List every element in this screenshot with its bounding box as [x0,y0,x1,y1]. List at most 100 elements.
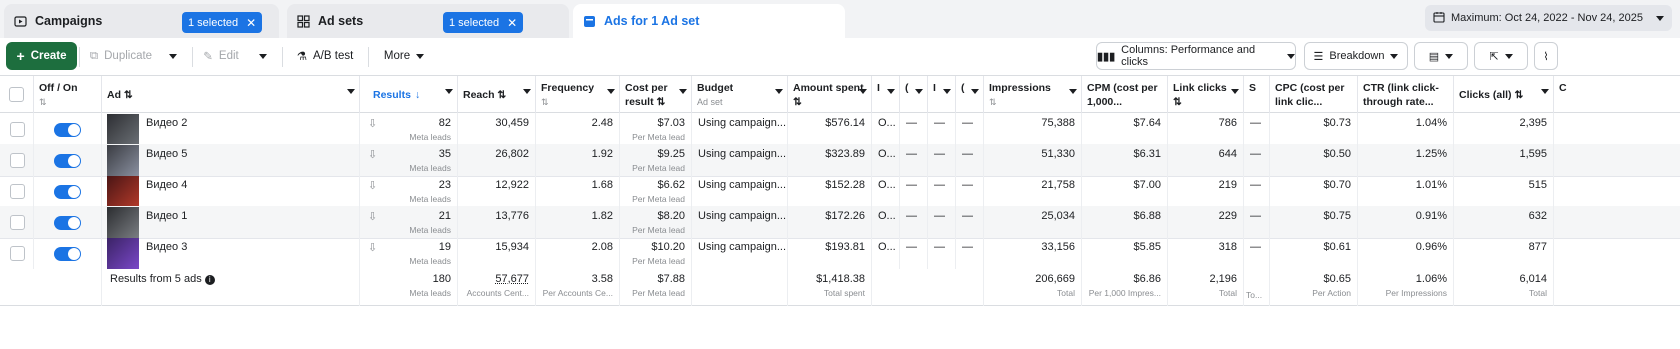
more-button[interactable]: More [376,42,432,70]
col-results[interactable]: Results ↓ [360,76,458,113]
chevron-down-icon[interactable] [445,89,453,94]
cell-clicks-all: 2,395 [1454,113,1554,146]
chevron-down-icon[interactable] [915,89,923,94]
export-button[interactable]: ⇱ [1474,42,1528,70]
select-all-checkbox[interactable] [9,87,24,102]
cell-partial [1554,144,1680,177]
col-offon[interactable]: Off / On ⇅ [34,76,102,113]
ab-test-button[interactable]: ⚗ A/B test [290,42,360,70]
date-range-picker[interactable]: Maximum: Oct 24, 2022 - Nov 24, 2025 [1425,5,1672,31]
col-clicks-all[interactable]: Clicks (all) ⇅ [1454,76,1554,113]
chevron-down-icon[interactable] [1069,89,1077,94]
c3-value: — [934,179,945,191]
table-row[interactable]: Видео 4 ⇩ 23 Meta leads 12,922 1.68 $6.62 Per M… [0,175,1680,208]
cell-s: — [1244,237,1270,270]
ad-toggle[interactable] [54,154,81,168]
campaigns-selected-chip[interactable]: 1 selected ✕ [182,12,263,33]
cell-reach: 30,459 [458,113,536,146]
ad-toggle[interactable] [54,216,81,230]
create-button[interactable]: + Create [6,42,77,70]
cell-results: ⇩ 19 Meta leads [360,237,458,270]
row-checkbox[interactable] [10,184,25,199]
lead-icon: ⇩ [368,118,378,130]
chevron-down-icon[interactable] [607,89,615,94]
ad-name[interactable]: Видео 3 [146,241,187,253]
chevron-down-icon[interactable] [523,89,531,94]
ad-cell[interactable]: Видео 2 [102,113,360,146]
table-row[interactable]: Видео 2 ⇩ 82 Meta leads 30,459 2.48 $7.03 Per M… [0,113,1680,146]
ad-cell[interactable]: Видео 1 [102,206,360,239]
table-row[interactable]: Видео 5 ⇩ 35 Meta leads 26,802 1.92 $9.25 Per M… [0,144,1680,177]
chevron-down-icon[interactable] [679,89,687,94]
row-checkbox[interactable] [10,246,25,261]
ad-name[interactable]: Видео 2 [146,117,187,129]
chevron-down-icon[interactable] [943,89,951,94]
col-frequency[interactable]: Frequency ⇅ [536,76,620,113]
ad-toggle[interactable] [54,247,81,261]
col-collapsed-4[interactable]: ( [956,76,984,113]
row-checkbox[interactable] [10,153,25,168]
row-checkbox[interactable] [10,215,25,230]
cell-cpm: $7.00 [1082,175,1168,208]
cell-s: — [1244,206,1270,239]
cpr-value: $6.62 [657,179,685,191]
col-reach[interactable]: Reach ⇅ [458,76,536,113]
edit-dropdown[interactable] [252,42,274,70]
col-cpm[interactable]: CPM (cost per 1,000... [1082,76,1168,113]
col-link-clicks[interactable]: Link clicks ⇅ [1168,76,1244,113]
chevron-down-icon[interactable] [1231,89,1239,94]
table-row[interactable]: Видео 1 ⇩ 21 Meta leads 13,776 1.82 $8.20 Per M… [0,206,1680,239]
chevron-down-icon[interactable] [775,89,783,94]
clear-selection-icon[interactable]: ✕ [246,16,256,30]
col-cost-per-result[interactable]: Cost per result ⇅ [620,76,692,113]
ad-toggle[interactable] [54,123,81,137]
reports-button[interactable]: ▤ [1414,42,1468,70]
chevron-down-icon[interactable] [859,89,867,94]
col-budget[interactable]: Budget Ad set [692,76,788,113]
col-impressions[interactable]: Impressions ⇅ [984,76,1082,113]
col-cpc[interactable]: CPC (cost per link clic... [1270,76,1358,113]
col-collapsed-1[interactable]: I [872,76,900,113]
info-icon[interactable]: i [204,275,215,285]
chevron-down-icon[interactable] [887,89,895,94]
ad-cell[interactable]: Видео 3 [102,237,360,270]
adsets-selected-chip[interactable]: 1 selected ✕ [443,12,524,33]
c4-value: — [962,210,973,222]
col-ad[interactable]: Ad ⇅ [102,76,360,113]
row-checkbox[interactable] [10,122,25,137]
chevron-down-icon[interactable] [1541,89,1549,94]
calendar-icon [1433,11,1445,26]
tab-adsets[interactable]: Ad sets 1 selected ✕ [287,4,569,38]
row-select-cell [0,113,34,146]
col-budget-label: Budget [697,82,734,94]
col-collapsed-5[interactable]: S [1244,76,1270,113]
table-row[interactable]: Видео 3 ⇩ 19 Meta leads 15,934 2.08 $10.20 Per … [0,237,1680,270]
edit-button[interactable]: ✎ Edit [198,42,244,70]
duplicate-dropdown[interactable] [162,42,184,70]
ad-name[interactable]: Видео 4 [146,179,187,191]
chevron-down-icon[interactable] [347,89,355,94]
col-partial[interactable]: C [1554,76,1680,113]
columns-button[interactable]: ▮▮▮ Columns: Performance and clicks [1096,42,1296,70]
tab-ads[interactable]: Ads for 1 Ad set [573,4,845,38]
col-collapsed-2[interactable]: ( [900,76,928,113]
breakdown-button[interactable]: ☰ Breakdown [1304,42,1408,70]
duplicate-button[interactable]: ⧉ Duplicate [86,42,156,70]
charts-button[interactable]: ⌇ [1534,42,1558,70]
cell-c1: O... [872,144,900,177]
chevron-down-icon[interactable] [971,89,979,94]
sort-icon: ⇅ [989,97,997,107]
totals-amount-value: $1,418.38 [816,273,865,285]
breakdown-icon: ☰ [1313,50,1324,63]
clear-selection-icon[interactable]: ✕ [507,16,517,30]
col-amount-spent[interactable]: Amount spent ⇅ [788,76,872,113]
col-collapsed-3[interactable]: I [928,76,956,113]
ad-cell[interactable]: Видео 5 [102,144,360,177]
ad-name[interactable]: Видео 5 [146,148,187,160]
c1-value: O... [878,210,896,222]
tab-campaigns[interactable]: Campaigns 1 selected ✕ [4,4,279,38]
ad-cell[interactable]: Видео 4 [102,175,360,208]
ad-toggle[interactable] [54,185,81,199]
col-ctr[interactable]: CTR (link click-through rate... [1358,76,1454,113]
ad-name[interactable]: Видео 1 [146,210,187,222]
